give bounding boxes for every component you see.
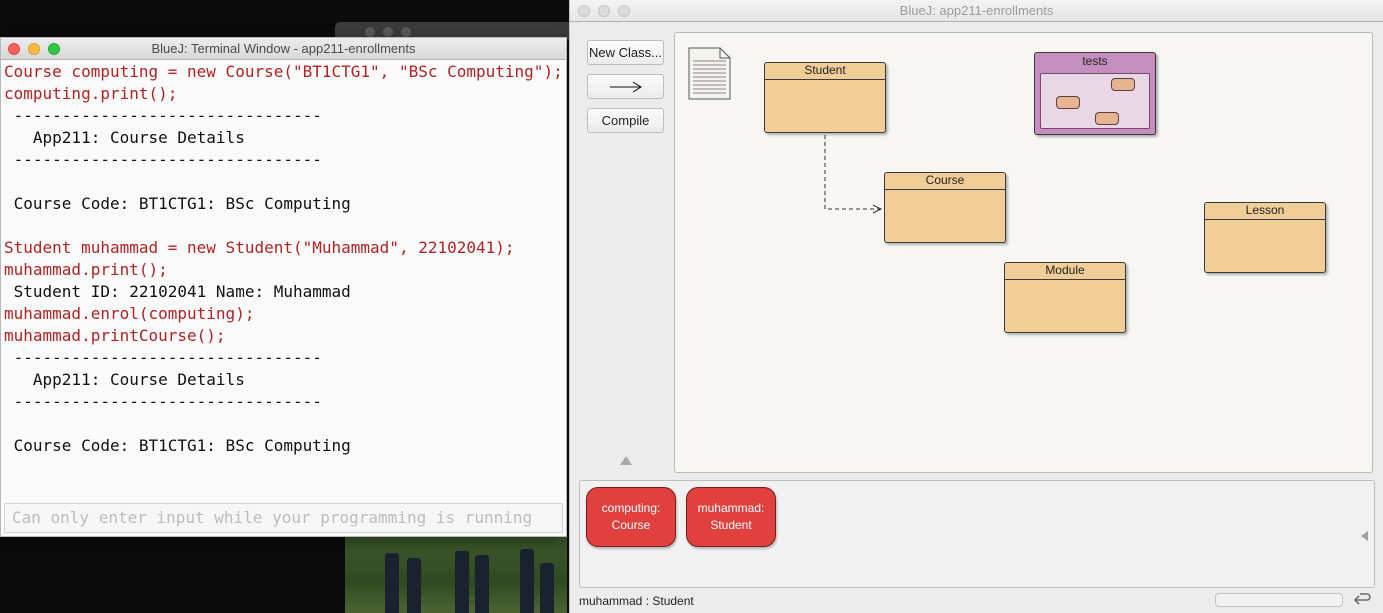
terminal-code-line: muhammad.enrol(computing); [4, 304, 255, 323]
class-lesson[interactable]: Lesson [1204, 202, 1326, 273]
object-type: Course [611, 518, 651, 532]
terminal-output-line: -------------------------------- [4, 348, 322, 367]
bluej-titlebar[interactable]: BlueJ: app211-enrollments [570, 0, 1383, 22]
desktop-wallpaper [345, 535, 567, 613]
close-button[interactable] [578, 5, 590, 17]
object-type: Student [710, 518, 752, 532]
terminal-code-line: muhammad.printCourse(); [4, 326, 226, 345]
bluej-main-window: BlueJ: app211-enrollments New Class... C… [569, 0, 1383, 613]
object-name: muhammad: [697, 501, 765, 515]
zoom-button[interactable] [618, 5, 630, 17]
terminal-output[interactable]: Course computing = new Course("BT1CTG1",… [1, 60, 566, 502]
terminal-code-line: Course computing = new Course("BT1CTG1",… [4, 62, 563, 81]
terminal-output-line: Student ID: 22102041 Name: Muhammad [4, 282, 351, 301]
terminal-output-line: App211: Course Details [4, 370, 245, 389]
close-button[interactable] [8, 43, 20, 55]
class-name: Course [885, 173, 1005, 190]
minimize-button[interactable] [598, 5, 610, 17]
arrow-right-icon [609, 81, 642, 92]
terminal-output-line: -------------------------------- [4, 106, 322, 125]
terminal-window: BlueJ: Terminal Window - app211-enrollme… [0, 37, 567, 537]
terminal-code-line: computing.print(); [4, 84, 178, 103]
terminal-titlebar[interactable]: BlueJ: Terminal Window - app211-enrollme… [1, 38, 566, 60]
terminal-code-line: Student muhammad = new Student("Muhammad… [4, 238, 515, 257]
progress-bar [1215, 593, 1343, 607]
class-diagram[interactable]: Student Course Lesson Module tests [674, 32, 1373, 473]
package-tests[interactable]: tests [1034, 52, 1156, 135]
terminal-code-line: muhammad.print(); [4, 260, 168, 279]
package-name: tests [1082, 54, 1108, 68]
expand-triangle-icon[interactable] [1361, 531, 1368, 541]
uses-arrow-button[interactable] [587, 74, 664, 99]
class-name: Lesson [1205, 203, 1325, 220]
bluej-title: BlueJ: app211-enrollments [899, 3, 1054, 18]
minimize-button[interactable] [28, 43, 40, 55]
class-course[interactable]: Course [884, 172, 1006, 243]
terminal-output-line: App211: Course Details [4, 128, 245, 147]
class-module[interactable]: Module [1004, 262, 1126, 333]
object-computing[interactable]: computing: Course [586, 487, 676, 547]
compile-button[interactable]: Compile [587, 108, 664, 133]
terminal-output-line: Course Code: BT1CTG1: BSc Computing [4, 194, 351, 213]
terminal-title: BlueJ: Terminal Window - app211-enrollme… [151, 41, 416, 56]
zoom-button[interactable] [48, 43, 60, 55]
class-name: Module [1005, 263, 1125, 280]
class-student[interactable]: Student [764, 62, 886, 133]
reset-vm-icon[interactable] [1352, 591, 1372, 609]
class-name: Student [765, 63, 885, 80]
new-class-button[interactable]: New Class... [587, 40, 664, 65]
terminal-output-line: -------------------------------- [4, 392, 322, 411]
status-text: muhammad : Student [579, 594, 694, 608]
package-contents [1040, 73, 1150, 129]
collapse-triangle-icon[interactable] [620, 456, 632, 465]
terminal-output-line: Course Code: BT1CTG1: BSc Computing [4, 436, 351, 455]
terminal-input[interactable]: Can only enter input while your programm… [4, 503, 563, 533]
object-name: computing: [601, 501, 661, 515]
terminal-output-line: -------------------------------- [4, 150, 322, 169]
object-bench[interactable]: computing: Course muhammad: Student [579, 480, 1375, 588]
object-muhammad[interactable]: muhammad: Student [686, 487, 776, 547]
